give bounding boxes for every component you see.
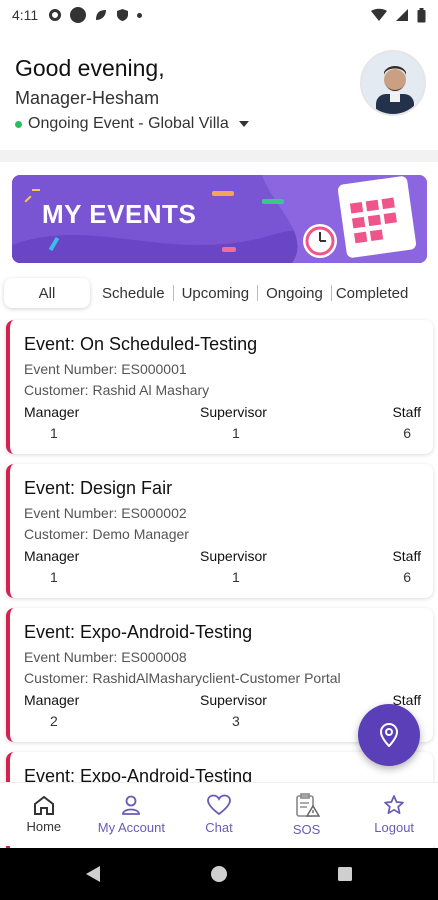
leaf-icon — [96, 10, 107, 20]
nav-my-account[interactable]: My Account — [88, 783, 176, 846]
supervisor-count: 1 — [232, 569, 240, 585]
nav-home-label: Home — [26, 819, 62, 834]
nav-logout-label: Logout — [374, 820, 415, 835]
event-customer: Customer: Demo Manager — [24, 526, 189, 542]
event-customer: Customer: Rashid Al Mashary — [24, 382, 210, 398]
greeting-text: Good evening, — [15, 55, 165, 81]
event-card[interactable]: Event: On Scheduled-Testing Event Number… — [6, 320, 433, 454]
caret-down-icon — [238, 121, 249, 127]
tab-completed[interactable]: Completed — [332, 278, 417, 308]
tab-upcoming[interactable]: Upcoming — [174, 278, 258, 308]
nav-sos-label: SOS — [292, 822, 321, 837]
circle-icon — [70, 7, 87, 23]
recents-icon — [338, 867, 352, 881]
greeting-section: Good evening, Manager-Hesham Ongoing Eve… — [15, 55, 249, 133]
supervisor-label: Supervisor — [200, 548, 267, 564]
home-button-icon — [211, 866, 227, 882]
staff-count: 6 — [403, 425, 411, 441]
home-icon — [33, 795, 54, 815]
event-filter-tabs: All Schedule Upcoming Ongoing Completed — [0, 275, 438, 311]
status-icons — [48, 7, 143, 23]
back-icon — [86, 866, 100, 882]
staff-label: Staff — [392, 404, 421, 420]
nav-chat-label: Chat — [205, 820, 233, 835]
tab-schedule[interactable]: Schedule — [94, 278, 173, 308]
sos-clipboard-icon — [295, 793, 320, 817]
nav-my-account-label: My Account — [97, 820, 165, 835]
heart-icon — [207, 794, 231, 816]
manager-label: Manager — [24, 548, 80, 564]
manager-label: Manager — [24, 692, 80, 708]
star-icon — [384, 795, 405, 815]
nav-sos[interactable]: SOS — [263, 783, 351, 846]
supervisor-count: 3 — [232, 713, 240, 729]
event-number: Event Number: ES000002 — [24, 505, 187, 521]
status-bar: 4:11 — [0, 0, 438, 30]
event-title: Event: Design Fair — [24, 478, 173, 498]
battery-icon — [417, 7, 426, 22]
section-divider — [0, 150, 438, 162]
nav-logout[interactable]: Logout — [350, 783, 438, 846]
banner-title: MY EVENTS — [42, 199, 197, 229]
status-right-icons — [371, 7, 426, 23]
manager-label: Manager — [24, 404, 80, 420]
location-pin-icon — [379, 723, 399, 747]
avatar[interactable] — [360, 50, 426, 116]
staff-count: 6 — [403, 569, 411, 585]
event-customer: Customer: RashidAlMasharyclient-Customer… — [24, 670, 341, 686]
ongoing-status-dot — [15, 120, 22, 128]
shield-icon — [117, 9, 129, 21]
supervisor-count: 1 — [232, 425, 240, 441]
signal-icon — [396, 9, 408, 21]
gear-icon — [49, 9, 62, 21]
supervisor-label: Supervisor — [200, 404, 267, 420]
status-time: 4:11 — [12, 7, 39, 23]
user-icon — [122, 795, 141, 815]
event-card[interactable]: Event: Design Fair Event Number: ES00000… — [6, 464, 433, 598]
ongoing-event-selector[interactable]: Ongoing Event - Global Villa — [15, 115, 249, 133]
my-events-banner: MY EVENTS — [12, 175, 427, 263]
wifi-icon — [371, 8, 387, 21]
ongoing-event-label: Ongoing Event - Global Villa — [28, 115, 229, 132]
event-title: Event: Expo-Android-Testing — [24, 622, 253, 642]
system-nav-icons — [86, 866, 352, 882]
supervisor-label: Supervisor — [200, 692, 267, 708]
nav-chat[interactable]: Chat — [175, 783, 263, 846]
tab-ongoing[interactable]: Ongoing — [258, 278, 331, 308]
event-number: Event Number: ES000001 — [24, 361, 187, 377]
manager-count: 1 — [50, 425, 58, 441]
tab-all[interactable]: All — [4, 278, 90, 308]
bottom-navigation: Home My Account Chat SOS Logout — [0, 782, 438, 846]
manager-count: 2 — [50, 713, 58, 729]
user-name: Manager-Hesham — [15, 88, 160, 108]
staff-label: Staff — [392, 548, 421, 564]
event-title: Event: On Scheduled-Testing — [24, 334, 258, 354]
system-navigation-bar — [0, 848, 438, 900]
nav-home[interactable]: Home — [0, 783, 88, 846]
dot-icon — [137, 12, 143, 18]
manager-count: 1 — [50, 569, 58, 585]
profile-photo — [362, 52, 424, 114]
event-number: Event Number: ES000008 — [24, 649, 187, 665]
location-fab-button[interactable] — [358, 704, 420, 766]
